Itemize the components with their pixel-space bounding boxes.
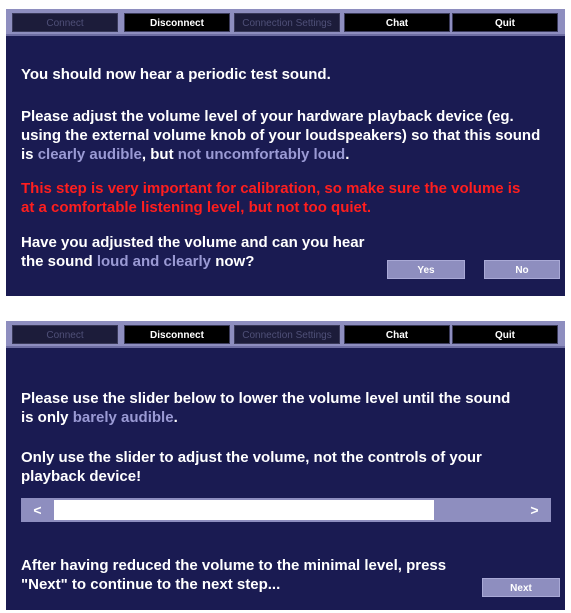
no-button[interactable]: No	[484, 260, 560, 279]
connect-button[interactable]: Connect	[12, 325, 118, 344]
quit-button[interactable]: Quit	[452, 13, 558, 32]
volume-slider[interactable]: < >	[21, 498, 551, 522]
quit-button[interactable]: Quit	[452, 325, 558, 344]
lower-volume-instructions: Please use the slider below to lower the…	[21, 389, 511, 427]
clearly-audible-highlight: clearly audible	[37, 146, 142, 163]
slider-fill	[54, 500, 435, 520]
chat-button[interactable]: Chat	[344, 325, 450, 344]
toolbar: Connect Disconnect Connection Settings C…	[6, 9, 565, 36]
connect-button[interactable]: Connect	[12, 13, 118, 32]
adjust-volume-instructions: Please adjust the volume level of your h…	[21, 107, 556, 164]
toolbar: Connect Disconnect Connection Settings C…	[6, 321, 565, 348]
loud-and-clearly-highlight: loud and clearly	[96, 253, 212, 270]
disconnect-button[interactable]: Disconnect	[124, 325, 230, 344]
yes-button[interactable]: Yes	[387, 260, 465, 279]
instructions-text-3: .	[345, 146, 350, 163]
volume-slider-panel: Connect Disconnect Connection Settings C…	[6, 321, 565, 610]
next-button[interactable]: Next	[482, 578, 560, 597]
lower-volume-text-2: .	[173, 409, 178, 426]
chat-button[interactable]: Chat	[344, 13, 450, 32]
instructions-text-2: , but	[141, 146, 178, 163]
question-text-2: now?	[211, 253, 255, 270]
slider-only-note: Only use the slider to adjust the volume…	[21, 449, 482, 485]
barely-audible-highlight: barely audible	[72, 409, 174, 426]
volume-check-panel: Connect Disconnect Connection Settings C…	[6, 9, 565, 296]
connection-settings-button[interactable]: Connection Settings	[234, 13, 340, 32]
connection-settings-button[interactable]: Connection Settings	[234, 325, 340, 344]
next-step-instructions: After having reduced the volume to the m…	[21, 557, 447, 593]
test-sound-notice: You should now hear a periodic test soun…	[21, 66, 331, 83]
slider-decrease-button[interactable]: <	[21, 498, 54, 522]
slider-increase-button[interactable]: >	[518, 498, 551, 522]
not-uncomfortably-loud-highlight: not uncomfortably loud	[177, 146, 346, 163]
volume-adjusted-question: Have you adjusted the volume and can you…	[21, 233, 381, 271]
slider-track[interactable]	[54, 500, 518, 520]
disconnect-button[interactable]: Disconnect	[124, 13, 230, 32]
calibration-warning: This step is very important for calibrat…	[21, 180, 521, 216]
